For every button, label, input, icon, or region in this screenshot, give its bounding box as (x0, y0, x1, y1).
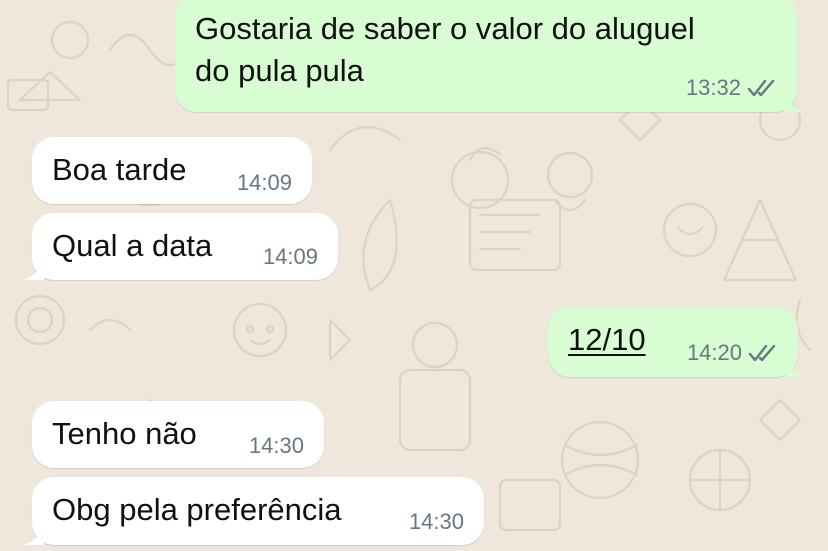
message-bubble-incoming[interactable]: Boa tarde 14:09 (32, 137, 312, 204)
message-bubble-incoming[interactable]: Obg pela preferência 14:30 (22, 477, 484, 545)
message-text: Obg pela preferência (52, 492, 342, 527)
message-bubble-outgoing[interactable]: 12/10 14:20 (548, 307, 808, 377)
message-meta: 14:30 (249, 434, 304, 458)
bubble-tail (22, 258, 44, 280)
double-check-icon (747, 79, 775, 97)
message-timestamp: 14:30 (408, 509, 464, 534)
message-timestamp: 13:32 (685, 75, 741, 100)
message-meta: 14:09 (263, 245, 318, 269)
message-timestamp: 14:09 (262, 244, 318, 269)
message-bubble-outgoing[interactable]: Gostaria de saber o valor do aluguel do … (175, 0, 807, 112)
message-meta: 13:32 (686, 76, 777, 100)
message-meta: 14:30 (409, 510, 464, 534)
bubble-tail (785, 90, 807, 112)
message-timestamp: 14:20 (686, 340, 742, 365)
bubble-tail (22, 523, 44, 545)
message-text: do pula pula (195, 53, 364, 88)
message-meta: 14:09 (237, 171, 292, 195)
message-timestamp: 14:09 (236, 170, 292, 195)
message-text: Tenho não (52, 416, 197, 451)
message-text[interactable]: 12/10 (568, 319, 646, 361)
message-timestamp: 14:30 (248, 433, 304, 458)
message-text: Boa tarde (52, 152, 187, 187)
message-text: Qual a data (52, 228, 213, 263)
message-bubble-incoming[interactable]: Qual a data 14:09 (22, 213, 338, 280)
message-bubble-incoming[interactable]: Tenho não 14:30 (32, 401, 324, 468)
double-check-icon (748, 344, 776, 362)
bubble-tail (786, 355, 808, 377)
message-meta: 14:20 (687, 341, 778, 365)
message-text: Gostaria de saber o valor do aluguel (195, 11, 695, 46)
